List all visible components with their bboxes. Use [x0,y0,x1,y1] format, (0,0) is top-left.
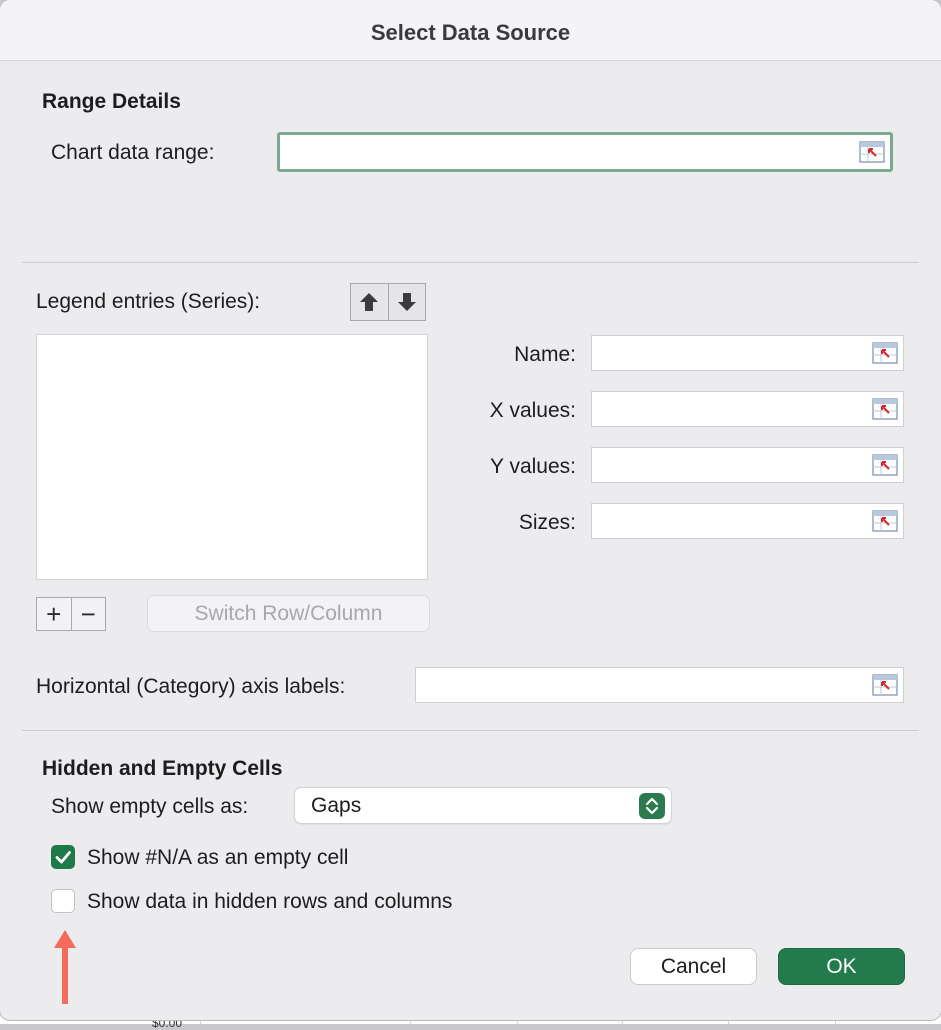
ok-button[interactable]: OK [778,948,905,985]
legend-entries-label: Legend entries (Series): [36,290,261,313]
range-selector-icon[interactable] [872,674,898,696]
show-na-empty-checkbox[interactable] [51,845,75,869]
switch-row-column-button[interactable]: Switch Row/Column [147,595,430,632]
add-series-button[interactable]: + [37,598,71,630]
show-empty-cells-label: Show empty cells as: [51,795,249,818]
sizes-input[interactable] [591,503,904,539]
move-series-up-button[interactable] [351,284,388,320]
range-selector-icon[interactable] [872,510,898,532]
series-name-input[interactable] [591,335,904,371]
show-empty-cells-select[interactable]: Gaps [294,787,672,824]
remove-series-button[interactable]: − [70,598,106,630]
hidden-empty-cells-heading: Hidden and Empty Cells [42,757,283,780]
x-values-label: X values: [489,399,576,422]
title-bar: Select Data Source [0,0,941,61]
horizontal-axis-labels-input[interactable] [415,667,904,703]
range-selector-icon[interactable] [872,342,898,364]
range-selector-icon[interactable] [859,141,885,163]
chevron-up-down-icon [645,797,659,815]
y-values-input[interactable] [591,447,904,483]
y-values-label: Y values: [490,455,576,478]
move-series-down-button[interactable] [387,284,426,320]
show-empty-cells-value: Gaps [311,794,362,817]
range-selector-icon[interactable] [872,454,898,476]
show-na-empty-label[interactable]: Show #N/A as an empty cell [87,846,348,870]
series-reorder-buttons [350,283,426,321]
range-selector-icon[interactable] [872,398,898,420]
dialog-title: Select Data Source [370,20,571,45]
sizes-label: Sizes: [518,511,576,534]
arrow-up-icon [360,293,379,311]
range-details-heading: Range Details [42,90,181,113]
chart-data-range-input[interactable] [277,132,893,172]
checkmark-icon [55,851,71,864]
section-divider [22,262,919,263]
show-hidden-data-checkbox[interactable] [51,889,75,913]
x-values-input[interactable] [591,391,904,427]
annotation-arrow-icon [54,930,76,1004]
show-hidden-data-label[interactable]: Show data in hidden rows and columns [87,890,452,914]
cancel-button[interactable]: Cancel [630,948,757,985]
horizontal-axis-labels-label: Horizontal (Category) axis labels: [36,675,346,698]
series-list[interactable] [36,334,428,580]
series-name-label: Name: [514,343,576,366]
arrow-down-icon [397,293,416,311]
section-divider [22,730,919,731]
select-data-source-dialog: Select Data Source Range Details Chart d… [0,0,941,1020]
add-remove-series-buttons: + − [36,597,106,631]
chart-data-range-label: Chart data range: [51,141,215,164]
select-stepper [639,793,665,819]
